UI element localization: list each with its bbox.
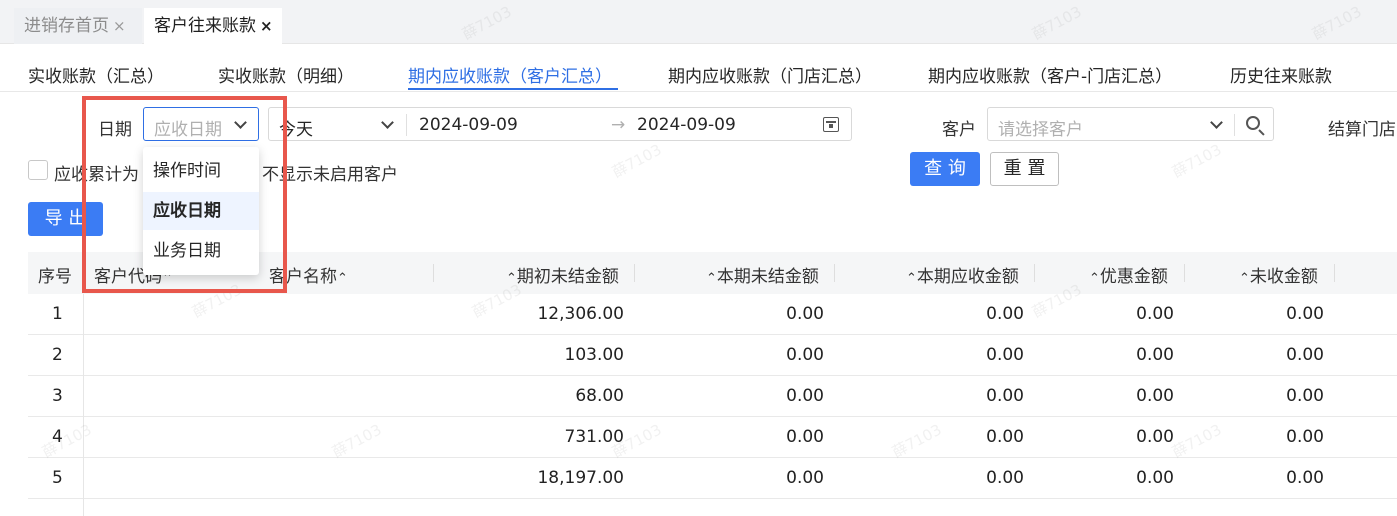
sort-icon: ⌃	[506, 271, 517, 286]
column-header-unreceived[interactable]: ⌃未收金额	[1239, 262, 1318, 287]
tab-receivable-customer-store-summary[interactable]: 期内应收账款（客户-门店汇总）	[928, 62, 1172, 87]
cell-period-receivable: 0.00	[986, 427, 1024, 447]
cell-period-unsettled: 0.00	[786, 468, 824, 488]
cell-period-unsettled: 0.00	[786, 304, 824, 324]
date-range-picker[interactable]: 今天 2024-09-09 → 2024-09-09	[268, 107, 852, 141]
query-button[interactable]: 查 询	[910, 152, 980, 186]
cell-opening: 731.00	[564, 427, 624, 447]
table-row[interactable]: 1 12,306.00 0.00 0.00 0.00 0.00	[28, 294, 1397, 335]
cell-discount: 0.00	[1136, 468, 1174, 488]
active-tab-underline	[408, 88, 618, 90]
settlement-store-label: 结算门店	[1328, 120, 1396, 140]
watermark: 薛7103	[1169, 140, 1225, 182]
calendar-icon[interactable]	[823, 117, 839, 132]
cell-opening: 68.00	[575, 386, 624, 406]
cell-unreceived: 0.00	[1286, 386, 1324, 406]
page-tab-label: 客户往来账款	[154, 16, 256, 36]
cell-no: 5	[52, 468, 63, 488]
tab-history-accounts[interactable]: 历史往来账款	[1230, 62, 1332, 87]
chevron-down-icon	[1210, 116, 1223, 129]
watermark: 薛7103	[609, 140, 665, 182]
cell-discount: 0.00	[1136, 345, 1174, 365]
cell-no: 2	[52, 345, 63, 365]
cell-no: 4	[52, 427, 63, 447]
cell-unreceived: 0.00	[1286, 427, 1324, 447]
reset-button[interactable]: 重 置	[990, 152, 1059, 186]
cell-discount: 0.00	[1136, 304, 1174, 324]
cell-discount: 0.00	[1136, 427, 1174, 447]
column-divider	[1334, 264, 1335, 282]
chevron-down-icon	[381, 116, 394, 129]
column-divider	[1034, 264, 1035, 282]
sort-icon: ⌃	[1089, 271, 1100, 286]
tab-receivable-store-summary[interactable]: 期内应收账款（门店汇总）	[668, 62, 872, 87]
column-divider	[634, 264, 635, 282]
tab-received-detail[interactable]: 实收账款（明细）	[218, 62, 354, 87]
customer-placeholder: 请选择客户	[998, 120, 1083, 140]
customer-select[interactable]: 请选择客户	[987, 107, 1274, 141]
report-tab-bar: 实收账款（汇总） 实收账款（明细） 期内应收账款（客户汇总） 期内应收账款（门店…	[0, 52, 1397, 92]
cumulative-checkbox[interactable]	[28, 160, 48, 180]
cell-opening: 103.00	[564, 345, 624, 365]
end-date-input[interactable]: 2024-09-09	[637, 115, 736, 135]
column-header-period-receivable[interactable]: ⌃本期应收金额	[906, 262, 1019, 287]
column-divider	[1184, 264, 1185, 282]
column-header-label: 期初未结金额	[516, 267, 619, 287]
close-icon[interactable]: ×	[260, 17, 273, 35]
cell-opening: 12,306.00	[537, 304, 624, 324]
tab-received-summary[interactable]: 实收账款（汇总）	[28, 62, 164, 87]
page-tab-label: 进销存首页	[24, 16, 109, 36]
cell-discount: 0.00	[1136, 386, 1174, 406]
cell-opening: 18,197.00	[537, 468, 624, 488]
sort-icon: ⌃	[906, 271, 917, 286]
tab-receivable-customer-summary[interactable]: 期内应收账款（客户汇总）	[408, 62, 612, 87]
cell-period-receivable: 0.00	[986, 345, 1024, 365]
cell-period-unsettled: 0.00	[786, 427, 824, 447]
cell-unreceived: 0.00	[1286, 468, 1324, 488]
cell-no: 1	[52, 304, 63, 324]
cell-period-receivable: 0.00	[986, 304, 1024, 324]
divider	[406, 114, 407, 136]
cell-unreceived: 0.00	[1286, 304, 1324, 324]
cell-period-unsettled: 0.00	[786, 386, 824, 406]
column-divider	[433, 264, 434, 282]
divider	[1234, 114, 1235, 136]
page: 进销存首页 × 客户往来账款 × 实收账款（汇总） 实收账款（明细） 期内应收账款（…	[0, 0, 1397, 516]
table-row-partial[interactable]	[28, 499, 1397, 516]
range-arrow-icon: →	[611, 115, 626, 135]
cell-period-receivable: 0.00	[986, 468, 1024, 488]
column-header-opening-unsettled[interactable]: ⌃期初未结金额	[506, 262, 619, 287]
customer-label: 客户	[942, 120, 976, 140]
column-header-period-unsettled[interactable]: ⌃本期未结金额	[706, 262, 819, 287]
column-header-label: 优惠金额	[1099, 267, 1168, 287]
cell-unreceived: 0.00	[1286, 345, 1324, 365]
cell-period-unsettled: 0.00	[786, 345, 824, 365]
highlight-box	[82, 96, 287, 293]
start-date-input[interactable]: 2024-09-09	[419, 115, 518, 135]
column-header-discount[interactable]: ⌃优惠金额	[1089, 262, 1168, 287]
sort-icon: ⌃	[1239, 271, 1250, 286]
column-header-label: 本期未结金额	[716, 267, 819, 287]
column-divider	[83, 294, 84, 516]
cell-no: 3	[52, 386, 63, 406]
page-tab-bar: 进销存首页 × 客户往来账款 ×	[0, 0, 1397, 44]
close-icon[interactable]: ×	[113, 17, 126, 35]
table-row[interactable]: 4 731.00 0.00 0.00 0.00 0.00	[28, 417, 1397, 458]
search-icon[interactable]	[1246, 116, 1260, 130]
table-row[interactable]: 3 68.00 0.00 0.00 0.00 0.00	[28, 376, 1397, 417]
sort-icon: ⌃	[706, 271, 717, 286]
table-row[interactable]: 5 18,197.00 0.00 0.00 0.00 0.00	[28, 458, 1397, 499]
column-header-label: 本期应收金额	[916, 267, 1019, 287]
column-header-label: 未收金额	[1249, 267, 1318, 287]
column-divider	[834, 264, 835, 282]
page-tab-inventory-home[interactable]: 进销存首页 ×	[14, 8, 142, 44]
table-row[interactable]: 2 103.00 0.00 0.00 0.00 0.00	[28, 335, 1397, 376]
sort-icon: ⌃	[337, 271, 348, 286]
cell-period-receivable: 0.00	[986, 386, 1024, 406]
page-tab-customer-accounts[interactable]: 客户往来账款 ×	[144, 8, 282, 44]
column-header-no: 序号	[38, 267, 72, 287]
